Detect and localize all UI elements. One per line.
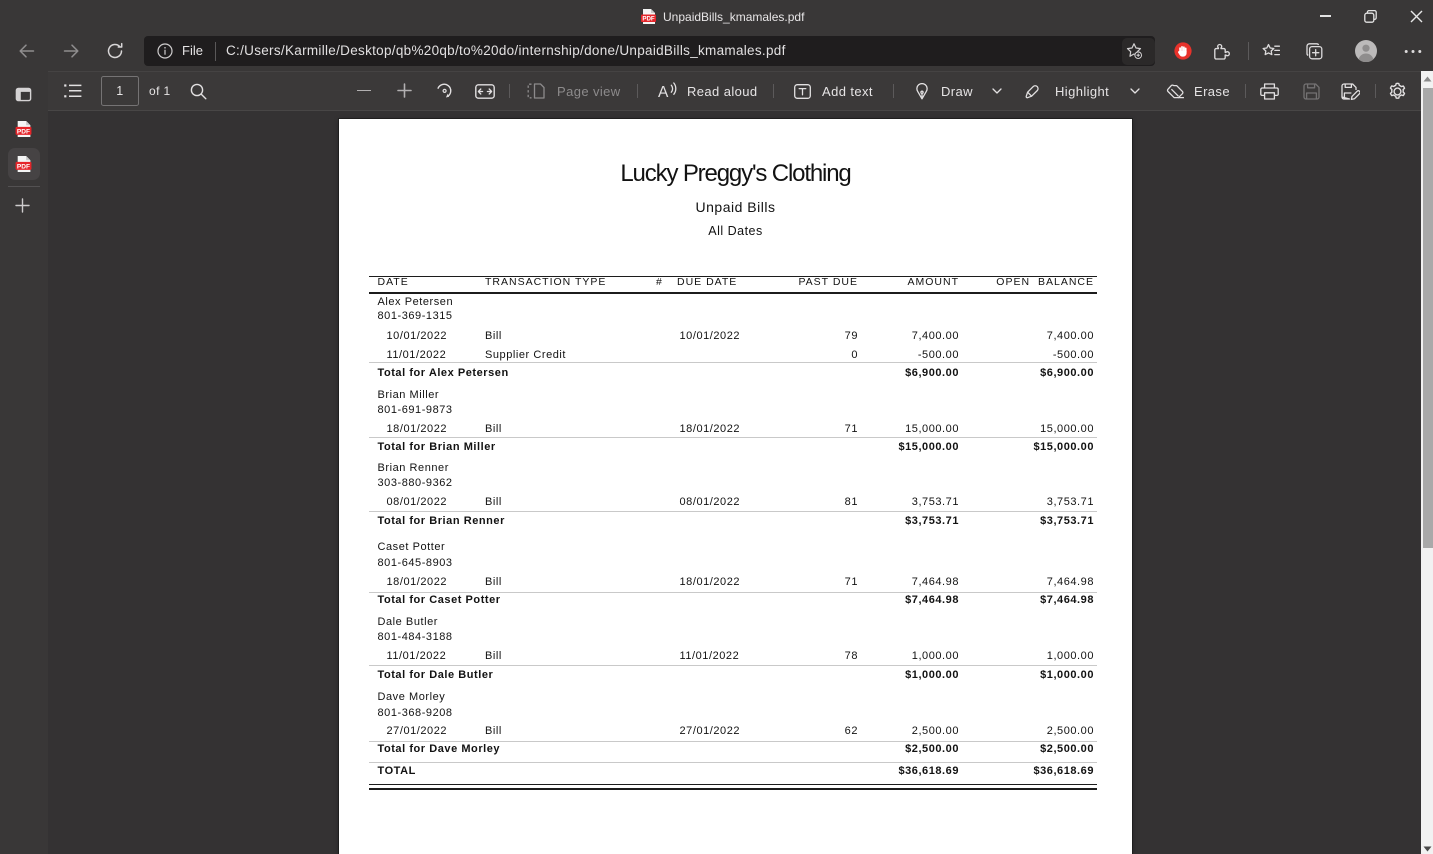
- svg-text:PDF: PDF: [17, 128, 30, 135]
- svg-text:A: A: [658, 84, 669, 100]
- svg-text:PDF: PDF: [642, 16, 655, 23]
- svg-text:PDF: PDF: [17, 163, 30, 170]
